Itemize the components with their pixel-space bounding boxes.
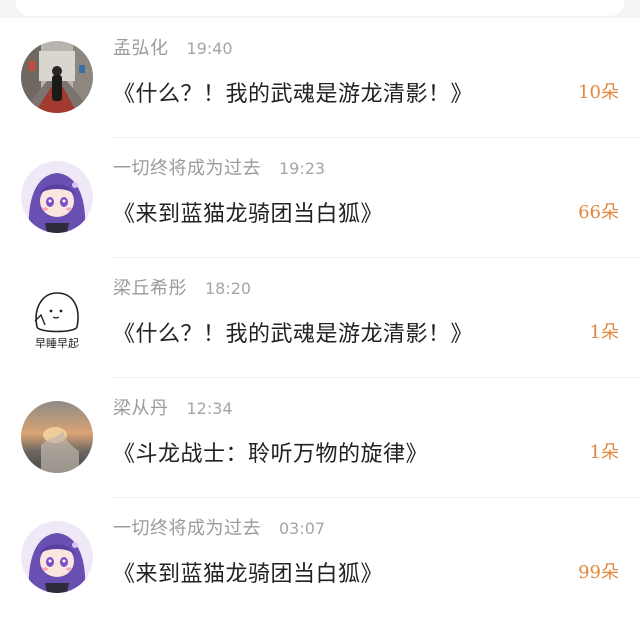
anime-girl-avatar — [21, 521, 93, 593]
message-meta: 梁从丹 12:34 — [113, 394, 233, 422]
book-title[interactable]: 《来到蓝猫龙骑团当白狐》 — [113, 196, 383, 228]
street-photo-avatar — [21, 41, 93, 113]
avatar-caption: 早睡早起 — [35, 337, 79, 350]
message-meta: 一切终将成为过去 19:23 — [113, 154, 325, 182]
previous-card-edge — [16, 0, 624, 16]
doodle-avatar: 早睡早起 — [21, 281, 93, 353]
list-item[interactable]: 梁从丹 12:34 《斗龙战士：聆听万物的旋律》 1朵 — [0, 378, 640, 498]
avatar[interactable] — [21, 401, 93, 473]
list-item[interactable]: 孟弘化 19:40 《什么？！我的武魂是游龙清影！》 10朵 — [0, 18, 640, 138]
flower-count: 66朵 — [578, 202, 619, 223]
message-meta: 一切终将成为过去 03:07 — [113, 514, 325, 542]
list-item[interactable]: 一切终将成为过去 19:23 《来到蓝猫龙骑团当白狐》 66朵 — [0, 138, 640, 258]
message-meta: 梁丘希彤 18:20 — [113, 274, 251, 302]
book-title[interactable]: 《什么？！我的武魂是游龙清影！》 — [113, 76, 473, 108]
message-time: 18:20 — [205, 279, 252, 298]
message-time: 03:07 — [279, 519, 326, 538]
sender-name: 梁从丹 — [113, 398, 169, 419]
book-title[interactable]: 《什么？！我的武魂是游龙清影！》 — [113, 316, 473, 348]
top-strip — [0, 0, 640, 18]
book-title[interactable]: 《来到蓝猫龙骑团当白狐》 — [113, 556, 383, 588]
message-time: 12:34 — [186, 399, 233, 418]
message-list: 孟弘化 19:40 《什么？！我的武魂是游龙清影！》 10朵 一切终将成为过去 … — [0, 18, 640, 633]
sunset-photo-avatar — [21, 401, 93, 473]
message-meta: 孟弘化 19:40 — [113, 34, 233, 62]
message-time: 19:23 — [279, 159, 326, 178]
sender-name: 一切终将成为过去 — [113, 518, 261, 539]
list-item[interactable]: 一切终将成为过去 03:07 《来到蓝猫龙骑团当白狐》 99朵 — [0, 498, 640, 618]
anime-girl-avatar — [21, 161, 93, 233]
flower-count: 1朵 — [589, 322, 619, 343]
book-title[interactable]: 《斗龙战士：聆听万物的旋律》 — [113, 436, 428, 468]
avatar[interactable] — [21, 521, 93, 593]
flower-count: 10朵 — [578, 82, 619, 103]
sender-name: 孟弘化 — [113, 38, 169, 59]
flower-count: 1朵 — [589, 442, 619, 463]
flower-count: 99朵 — [578, 562, 619, 583]
avatar[interactable] — [21, 161, 93, 233]
avatar[interactable]: 早睡早起 — [21, 281, 93, 353]
avatar[interactable] — [21, 41, 93, 113]
list-item[interactable]: 早睡早起 梁丘希彤 18:20 《什么？！我的武魂是游龙清影！》 1朵 — [0, 258, 640, 378]
sender-name: 一切终将成为过去 — [113, 158, 261, 179]
message-time: 19:40 — [186, 39, 233, 58]
sender-name: 梁丘希彤 — [113, 278, 187, 299]
